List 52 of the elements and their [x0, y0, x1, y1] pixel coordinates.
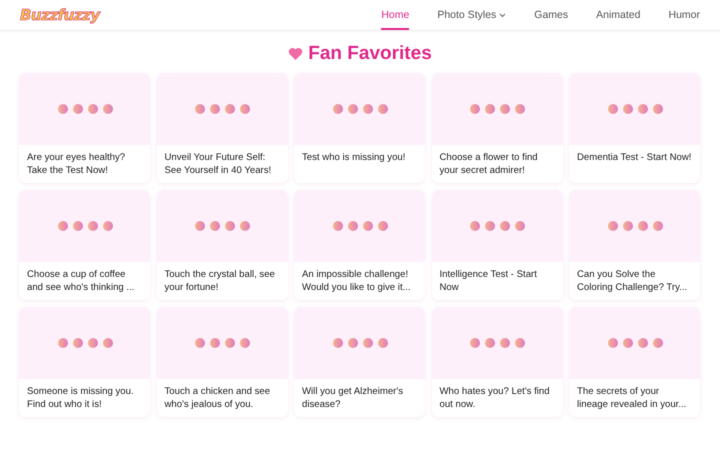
quiz-card[interactable]: Touch a chicken and see who's jealous of you. — [156, 307, 288, 417]
quiz-card[interactable]: Touch the crystal ball, see your fortune! — [156, 190, 288, 300]
quiz-card[interactable]: Choose a flower to find your secret admirer! — [432, 73, 562, 183]
card-title: The secrets of your lineage revealed in your... — [576, 385, 688, 411]
quiz-card[interactable]: Someone is missing you. Find out who it is! — [19, 307, 150, 417]
loading-icon — [332, 220, 388, 232]
loading-icon — [194, 220, 250, 232]
nav-link[interactable]: Photo Styles — [437, 0, 506, 30]
loading-icon — [469, 103, 525, 115]
loading-icon — [194, 103, 250, 115]
nav-link[interactable]: Animated — [596, 0, 640, 30]
quiz-card[interactable]: Can you Solve the Coloring Challenge? Try... — [569, 190, 700, 300]
quiz-card[interactable]: Intelligence Test - Start Now — [432, 190, 562, 300]
quiz-card[interactable]: The secrets of your lineage revealed in your... — [569, 307, 700, 417]
loading-icon — [332, 103, 388, 115]
quiz-card[interactable]: Will you get Alzheimer's disease? — [294, 307, 425, 417]
card-title: Can you Solve the Coloring Challenge? Try... — [576, 268, 688, 294]
nav-link[interactable]: Games — [534, 0, 568, 30]
loading-icon — [194, 337, 250, 349]
card-title: Someone is missing you. Find out who it is! — [26, 385, 135, 411]
card-title: Test who is missing you! — [301, 151, 406, 164]
loading-icon — [606, 103, 662, 115]
quiz-card[interactable]: Dementia Test - Start Now! — [569, 73, 700, 183]
quiz-card[interactable]: Are your eyes healthy? Take the Test Now! — [19, 73, 150, 183]
loading-icon — [56, 337, 112, 349]
quiz-card[interactable]: Choose a cup of coffee and see who's thinking ... — [19, 190, 150, 300]
card-title: Touch the crystal ball, see your fortune! — [164, 268, 276, 294]
card-title: Will you get Alzheimer's disease? — [301, 385, 404, 411]
loading-icon — [606, 220, 662, 232]
quiz-card[interactable]: Who hates you? Let's find out now. — [432, 307, 562, 417]
card-title: Choose a cup of coffee and see who's thinking ... — [26, 268, 136, 294]
heart-icon — [288, 47, 304, 61]
quiz-card[interactable]: Unveil Your Future Self: See Yourself in 40 Years! — [156, 73, 288, 183]
loading-icon — [56, 220, 112, 232]
loading-icon — [469, 220, 525, 232]
loading-icon — [606, 337, 662, 349]
card-title: Touch a chicken and see who's jealous of you. — [164, 385, 272, 411]
card-title: Dementia Test - Start Now! — [576, 151, 692, 164]
card-title: Choose a flower to find your secret admirer! — [438, 151, 539, 177]
quiz-card[interactable]: Test who is missing you! — [294, 73, 425, 183]
quiz-card[interactable]: An impossible challenge! Would you like to give it... — [294, 190, 425, 300]
nav-link[interactable]: Humor — [668, 0, 700, 30]
card-title: Are your eyes healthy? Take the Test Now! — [26, 151, 126, 177]
card-title: Who hates you? Let's find out now. — [438, 385, 551, 411]
loading-icon — [469, 337, 525, 349]
card-title: Unveil Your Future Self: See Yourself in 40 Years! — [164, 151, 272, 177]
loading-icon — [332, 337, 388, 349]
nav-link[interactable]: Home — [381, 0, 410, 30]
loading-icon — [56, 103, 112, 115]
section-heading: Fan Favorites — [308, 43, 432, 65]
card-title: Intelligence Test - Start Now — [438, 268, 538, 294]
card-title: An impossible challenge! Would you like to give it... — [301, 268, 412, 294]
